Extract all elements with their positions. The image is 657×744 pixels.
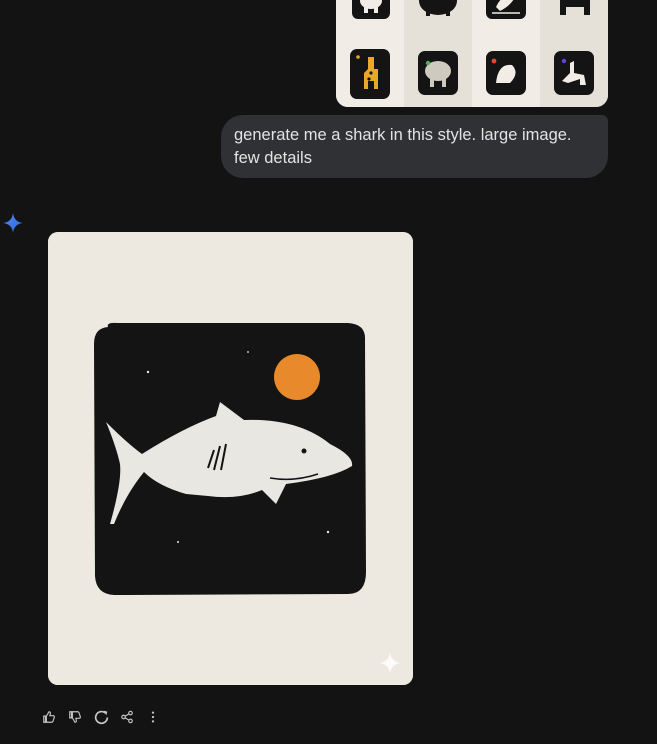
sparkle-icon bbox=[379, 652, 401, 674]
generated-image[interactable] bbox=[48, 232, 413, 685]
attachment-thumbnail[interactable] bbox=[540, 39, 608, 107]
user-prompt-text: generate me a shark in this style. large… bbox=[234, 126, 572, 167]
more-options-button[interactable] bbox=[144, 708, 162, 726]
thumbs-down-button[interactable] bbox=[66, 708, 84, 726]
elephant-icon bbox=[352, 0, 390, 19]
regenerate-button[interactable] bbox=[92, 708, 110, 726]
giraffe-icon bbox=[350, 49, 390, 99]
regenerate-icon bbox=[94, 710, 108, 724]
user-prompt-bubble: generate me a shark in this style. large… bbox=[221, 115, 608, 178]
bird-icon bbox=[486, 51, 526, 95]
thumbs-down-icon bbox=[69, 711, 81, 723]
llama-icon bbox=[560, 0, 590, 15]
thumbs-up-button[interactable] bbox=[40, 708, 58, 726]
attachment-thumbnail[interactable] bbox=[336, 39, 404, 107]
attached-images-grid bbox=[336, 0, 608, 107]
thumbs-up-icon bbox=[43, 711, 55, 723]
attachment-thumbnail[interactable] bbox=[472, 0, 540, 39]
attachment-thumbnail[interactable] bbox=[540, 0, 608, 39]
response-actions bbox=[40, 706, 170, 728]
attachment-thumbnail[interactable] bbox=[404, 39, 472, 107]
attachment-thumbnail[interactable] bbox=[472, 39, 540, 107]
llama-icon bbox=[554, 51, 594, 95]
share-icon bbox=[121, 710, 133, 724]
more-vert-icon bbox=[151, 711, 155, 723]
bird-icon bbox=[486, 0, 526, 19]
gemini-star-icon bbox=[3, 213, 23, 233]
elephant-icon bbox=[418, 51, 458, 95]
attachment-thumbnail[interactable] bbox=[336, 0, 404, 39]
shark-icon bbox=[48, 232, 413, 685]
elephant-icon bbox=[419, 0, 457, 16]
share-button[interactable] bbox=[118, 708, 136, 726]
attachment-thumbnail[interactable] bbox=[404, 0, 472, 39]
